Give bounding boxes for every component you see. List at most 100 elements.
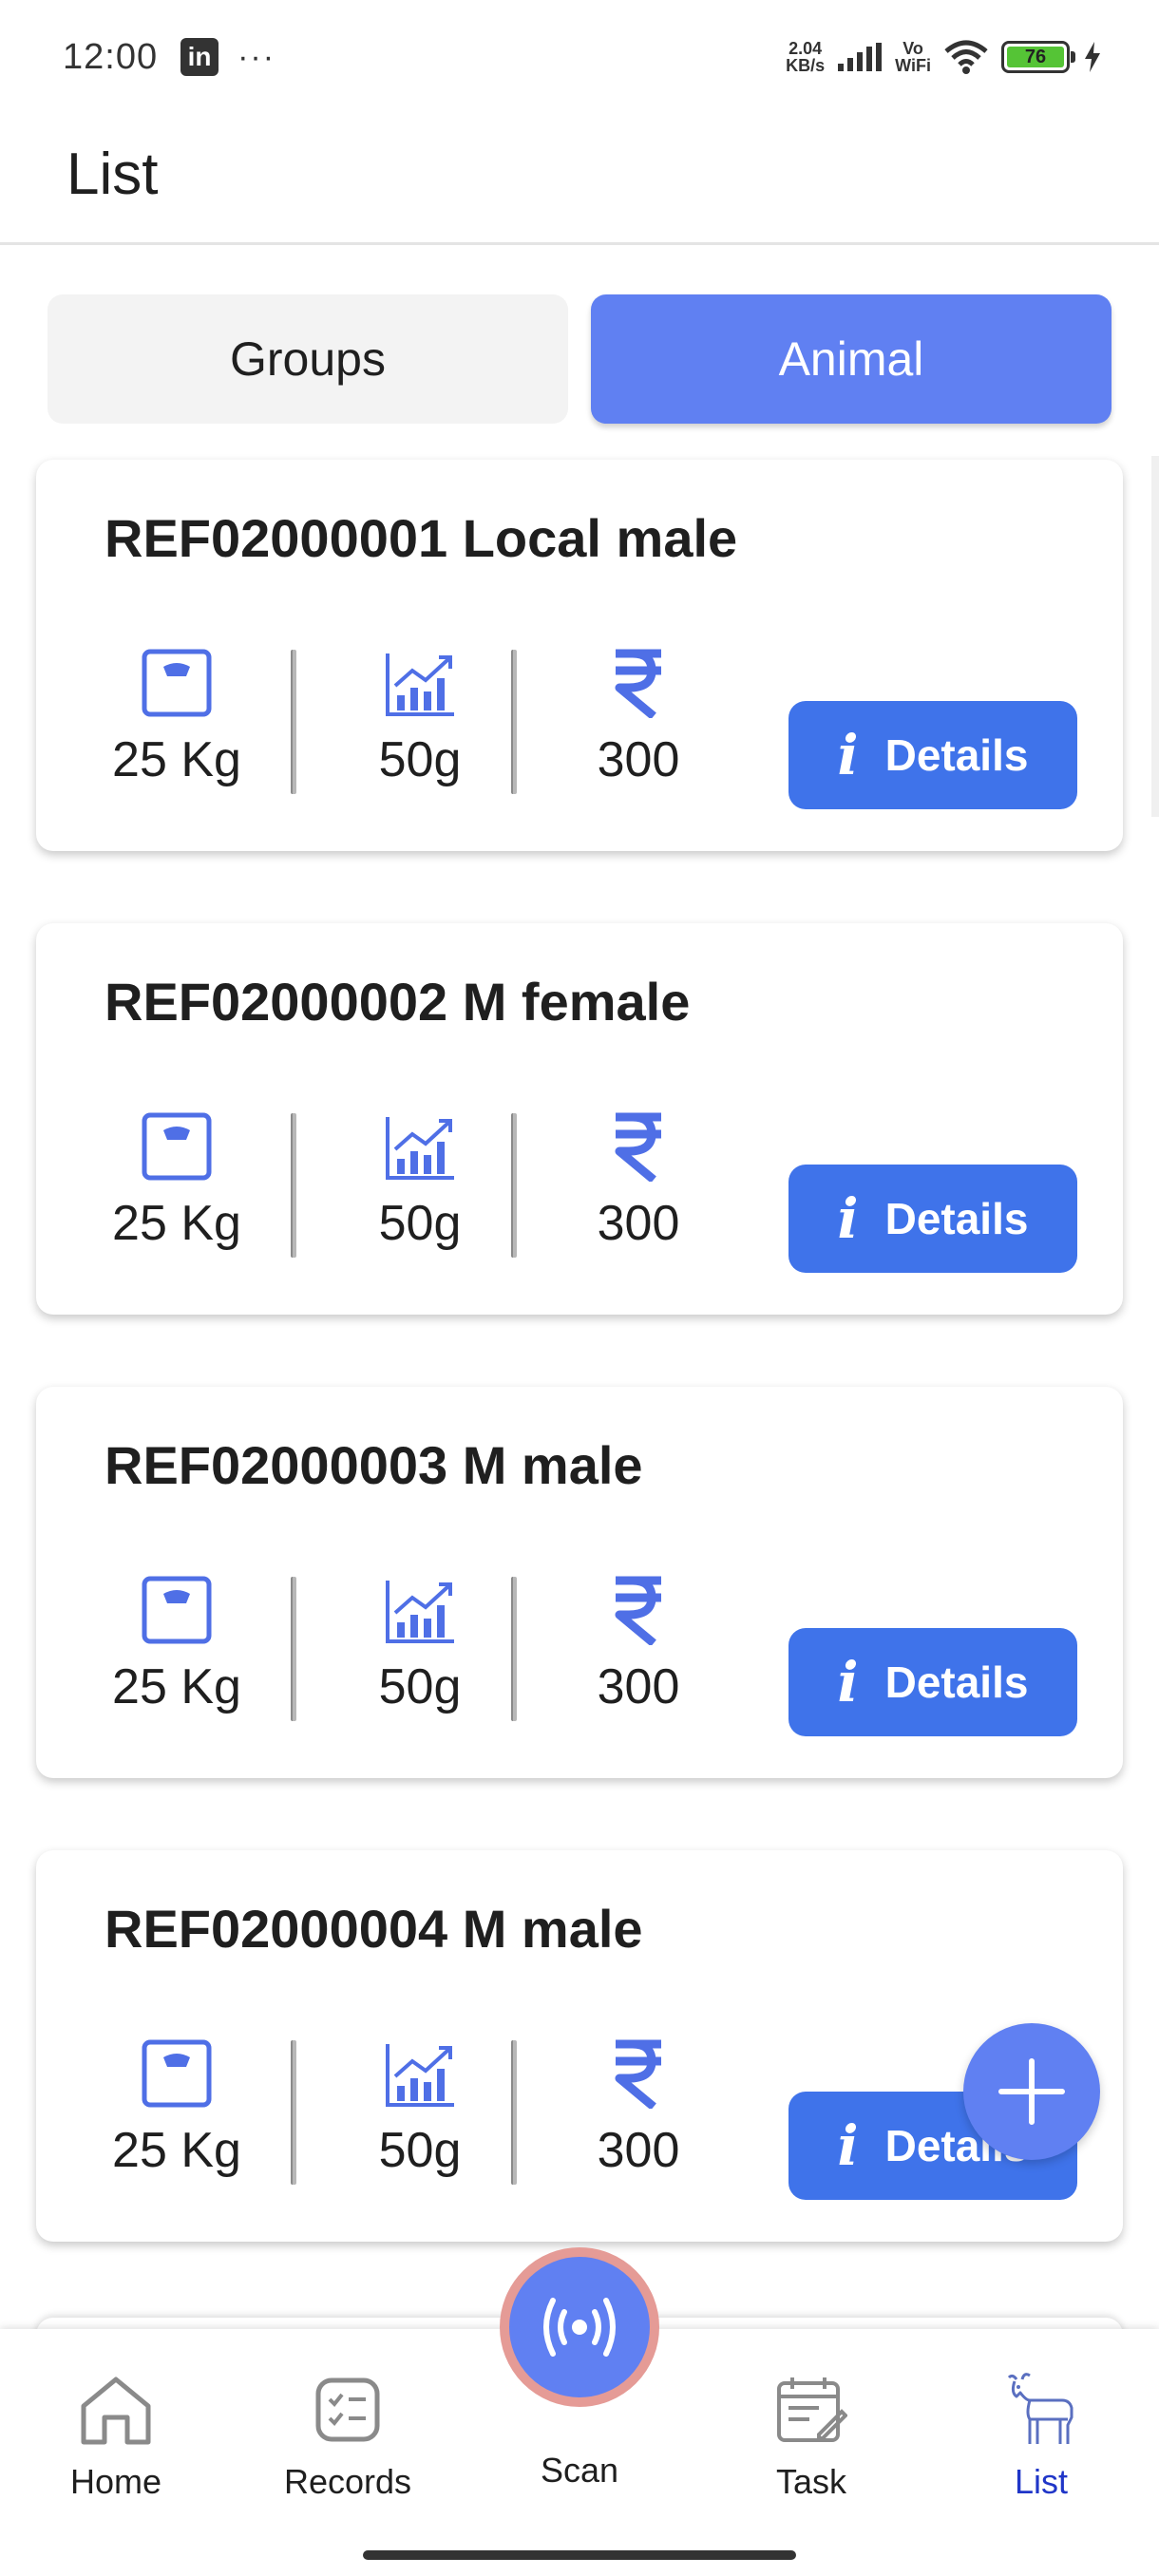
info-icon: i [837,1186,859,1251]
add-animal-button[interactable] [963,2023,1100,2160]
animal-card[interactable]: REF02000001 Local male 25 Kg 50g 300 i D… [36,460,1123,851]
weight-value: 25 Kg [112,1196,241,1251]
weight-value: 25 Kg [112,2123,241,2178]
growth-value: 50g [378,2123,462,2178]
details-label: Details [884,1194,1029,1243]
price-stat: 300 [543,1111,733,1252]
growth-chart-icon [325,1111,515,1182]
network-speed: 2.04 KB/s [786,40,825,74]
info-icon: i [837,723,859,787]
growth-stat: 50g [325,648,515,788]
status-bar: 12:00 in ··· 2.04 KB/s Vo WiFi 76 [0,0,1159,114]
nav-label: List [1014,2462,1069,2501]
nav-label: Home [69,2462,162,2501]
price-stat: 300 [543,2038,733,2179]
price-value: 300 [597,1659,680,1714]
animal-card[interactable]: REF02000003 M male 25 Kg 50g 300 i Detai… [36,1387,1123,1778]
weight-stat: 25 Kg [82,2038,272,2179]
stat-divider [291,1113,296,1258]
details-label: Details [884,1657,1029,1707]
linkedin-icon: in [180,38,219,76]
weight-stat: 25 Kg [82,648,272,788]
weight-value: 25 Kg [112,1659,241,1714]
nav-label: Task [775,2462,847,2501]
growth-value: 50g [378,1659,462,1714]
details-button[interactable]: i Details [788,1628,1077,1736]
price-value: 300 [597,2123,680,2178]
rupee-icon [543,2038,733,2109]
stat-divider [511,1577,517,1721]
tab-groups[interactable]: Groups [48,294,568,424]
nav-home[interactable]: Home [21,2367,211,2502]
stat-divider [291,1577,296,1721]
more-notifications-icon: ··· [238,38,276,75]
price-value: 300 [597,732,680,787]
signal-icon [838,43,883,71]
weight-value: 25 Kg [112,732,241,787]
vowifi-bottom: WiFi [895,56,931,75]
nav-task[interactable]: Task [716,2367,906,2502]
details-label: Details [884,730,1029,780]
nav-scan[interactable]: Scan [484,2441,674,2491]
rupee-icon [543,1111,733,1182]
records-icon [253,2367,443,2453]
details-button[interactable]: i Details [788,701,1077,809]
charging-icon [1085,42,1100,72]
price-stat: 300 [543,1575,733,1715]
weighing-scale-icon [82,648,272,718]
network-speed-unit: KB/s [786,56,826,75]
growth-value: 50g [378,1196,462,1251]
growth-value: 50g [378,732,462,787]
nav-label: Records [283,2462,412,2501]
price-value: 300 [597,1196,680,1251]
animal-card[interactable]: REF02000002 M female 25 Kg 50g 300 i Det… [36,923,1123,1315]
weight-stat: 25 Kg [82,1111,272,1252]
tab-animal[interactable]: Animal [591,294,1112,424]
app-header: List [0,114,1159,245]
nav-list[interactable]: List [946,2367,1136,2502]
info-icon: i [837,1650,859,1714]
weight-stat: 25 Kg [82,1575,272,1715]
status-time: 12:00 [63,36,159,77]
growth-chart-icon [325,1575,515,1645]
animal-title: REF02000004 M male [104,1899,643,1959]
growth-stat: 50g [325,2038,515,2179]
network-speed-value: 2.04 [788,39,823,58]
scrollbar [1151,456,1159,817]
weighing-scale-icon [82,1575,272,1645]
scan-icon [543,2298,616,2357]
task-icon [716,2367,906,2453]
rupee-icon [543,1575,733,1645]
animal-title: REF02000002 M female [104,972,691,1032]
weighing-scale-icon [82,2038,272,2109]
home-indicator[interactable] [363,2550,796,2560]
growth-chart-icon [325,2038,515,2109]
plus-icon [998,2058,1065,2125]
weighing-scale-icon [82,1111,272,1182]
animal-card[interactable]: REF02000004 M male 25 Kg 50g 300 i Detai… [36,1850,1123,2242]
home-icon [21,2367,211,2453]
details-button[interactable]: i Details [788,1165,1077,1273]
page-title: List [66,142,159,207]
nav-records[interactable]: Records [253,2367,443,2502]
status-indicators: 2.04 KB/s Vo WiFi 76 [786,40,1102,74]
battery-icon: 76 [1001,41,1075,73]
stat-divider [511,1113,517,1258]
tab-switcher: Groups Animal [48,294,1113,424]
battery-level: 76 [1007,47,1064,67]
rupee-icon [543,648,733,718]
stat-divider [291,650,296,794]
stat-divider [291,2040,296,2185]
growth-stat: 50g [325,1111,515,1252]
nav-label: Scan [540,2451,619,2490]
price-stat: 300 [543,648,733,788]
stat-divider [511,2040,517,2185]
goat-icon [946,2367,1136,2453]
stat-divider [511,650,517,794]
wifi-icon [944,40,988,74]
vowifi-top: Vo [902,39,923,58]
animal-title: REF02000001 Local male [104,508,738,568]
scan-button[interactable] [500,2247,659,2407]
vowifi-icon: Vo WiFi [895,40,931,74]
growth-chart-icon [325,648,515,718]
